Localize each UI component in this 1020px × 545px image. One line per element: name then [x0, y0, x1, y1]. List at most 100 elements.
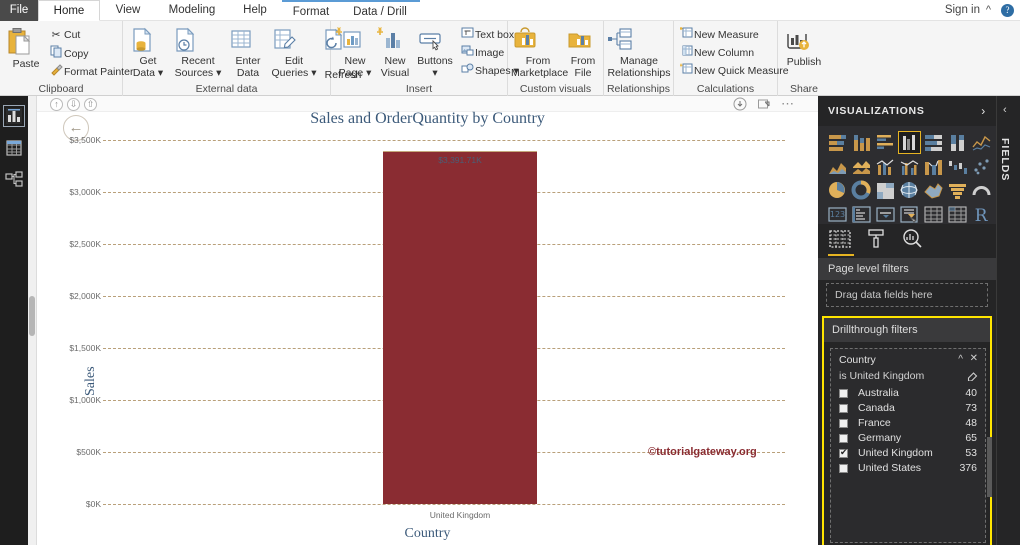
help-icon[interactable]: ?: [1001, 4, 1014, 17]
chevron-left-icon[interactable]: ‹: [1003, 104, 1007, 116]
new-visual-button[interactable]: New Visual: [376, 26, 414, 79]
eraser-icon[interactable]: [967, 370, 978, 384]
table-icon[interactable]: [923, 204, 944, 225]
filter-list-item[interactable]: France 48: [831, 416, 985, 431]
funnel-icon[interactable]: [947, 180, 968, 201]
gauge-icon[interactable]: [971, 180, 992, 201]
new-page-button[interactable]: New Page ▾: [336, 26, 374, 79]
sidebar-item-report-view[interactable]: [3, 105, 25, 127]
slicer-icon[interactable]: [899, 204, 920, 225]
report-page[interactable]: ↑ ⇩ ⇧ ⋯ ← Sales and OrderQuantity by Cou…: [37, 96, 818, 545]
filter-list-item[interactable]: Australia 40: [831, 386, 985, 401]
filter-checkbox[interactable]: [839, 404, 848, 413]
tab-home[interactable]: Home: [38, 0, 100, 21]
filter-checkbox[interactable]: [839, 419, 848, 428]
r-script-visual-icon[interactable]: R: [971, 204, 992, 226]
filter-checkbox[interactable]: [839, 434, 848, 443]
drill-through-icon[interactable]: [733, 97, 747, 111]
stacked-bar-chart-icon[interactable]: [827, 132, 848, 153]
edit-queries-button[interactable]: Edit Queries ▾: [270, 26, 318, 79]
fields-tab-icon: [828, 230, 852, 254]
donut-chart-icon[interactable]: [851, 180, 872, 201]
matrix-icon[interactable]: [947, 204, 968, 225]
new-quick-measure-button[interactable]: New Quick Measure: [678, 62, 789, 80]
manage-relationships-icon: [606, 26, 672, 54]
scrollbar-thumb[interactable]: [29, 296, 35, 336]
map-icon[interactable]: [899, 180, 920, 201]
filled-map-icon[interactable]: [923, 180, 944, 201]
recent-sources-button[interactable]: Recent Sources ▾: [171, 26, 225, 79]
filter-list-item[interactable]: Canada 73: [831, 401, 985, 416]
tab-view[interactable]: View: [100, 0, 156, 21]
focus-mode-icon[interactable]: [757, 97, 771, 111]
line-chart-icon[interactable]: [971, 132, 992, 153]
filter-checkbox[interactable]: [839, 464, 848, 473]
stacked-area-chart-icon[interactable]: [851, 156, 872, 177]
tab-help[interactable]: Help: [228, 0, 282, 21]
multi-row-card-icon[interactable]: [851, 204, 872, 225]
get-data-button[interactable]: Get Data ▾: [128, 26, 168, 79]
more-options-icon[interactable]: ⋯: [781, 97, 795, 111]
line-clustered-column-chart-icon[interactable]: [899, 156, 920, 177]
stacked-column-chart-icon[interactable]: [851, 132, 872, 153]
buttons-label-1: Buttons: [417, 55, 453, 67]
pie-chart-icon[interactable]: [827, 180, 848, 201]
drillthrough-filter-card[interactable]: Country ^ ✕ is United Kingdom Australia …: [830, 348, 992, 543]
format-painter-button[interactable]: Format Painter: [48, 63, 133, 81]
filter-list-item[interactable]: United States 376: [831, 461, 985, 476]
close-icon[interactable]: ✕: [970, 353, 978, 364]
filter-list-item[interactable]: Germany 65: [831, 431, 985, 446]
100-stacked-column-chart-icon[interactable]: [947, 132, 968, 153]
enter-data-button[interactable]: Enter Data: [227, 26, 269, 79]
tab-modeling[interactable]: Modeling: [156, 0, 228, 21]
from-marketplace-button[interactable]: From Marketplace: [511, 26, 568, 79]
filter-list-item[interactable]: United Kingdom 53: [831, 446, 985, 461]
chevron-up-icon[interactable]: ^: [981, 3, 996, 18]
from-file-button[interactable]: From File: [566, 26, 600, 79]
new-column-button[interactable]: New Column: [678, 44, 754, 62]
ribbon-chart-icon[interactable]: [923, 156, 944, 177]
treemap-icon[interactable]: [875, 180, 896, 201]
paste-button[interactable]: Paste: [4, 27, 48, 71]
tab-fields[interactable]: [828, 228, 854, 256]
tab-format[interactable]: Format: [282, 0, 340, 21]
card-icon[interactable]: 123: [827, 204, 848, 225]
scatter-chart-icon[interactable]: [971, 156, 992, 177]
clustered-bar-chart-icon[interactable]: [875, 132, 896, 153]
sidebar-item-model-view[interactable]: [4, 170, 24, 190]
page-level-filters-dropzone[interactable]: Drag data fields here: [826, 283, 988, 307]
tab-file[interactable]: File: [0, 0, 38, 21]
filter-checkbox[interactable]: [839, 447, 848, 458]
line-stacked-column-chart-icon[interactable]: [875, 156, 896, 177]
drillthrough-filters-title: Drillthrough filters: [824, 318, 990, 342]
bar-united-kingdom[interactable]: [383, 151, 537, 504]
publish-button[interactable]: Publish: [782, 26, 826, 69]
100-stacked-bar-chart-icon[interactable]: [923, 132, 944, 153]
clustered-column-chart-icon[interactable]: [898, 131, 921, 154]
filter-checkbox[interactable]: [839, 389, 848, 398]
page-level-filters-title: Page level filters: [818, 258, 996, 280]
fields-pane-collapsed[interactable]: ‹ FIELDS: [996, 96, 1020, 545]
tab-data-drill[interactable]: Data / Drill: [340, 0, 420, 21]
cut-button[interactable]: ✂ Cut: [48, 27, 81, 43]
visualizations-pane: VISUALIZATIONS › 123 R Page level filter…: [818, 96, 996, 545]
tab-format[interactable]: [864, 228, 890, 252]
waterfall-chart-icon[interactable]: [947, 156, 968, 177]
bar-chart-visual[interactable]: ↑ ⇩ ⇧ ⋯ ← Sales and OrderQuantity by Cou…: [37, 96, 818, 545]
filter-pane-scrollbar[interactable]: [987, 437, 992, 497]
kpi-icon[interactable]: [875, 204, 896, 225]
copy-button[interactable]: Copy: [48, 45, 89, 63]
chevron-up-icon[interactable]: ^: [958, 354, 963, 365]
format-paint-roller-icon: [864, 229, 888, 254]
chevron-right-icon[interactable]: ›: [981, 96, 986, 126]
text-box-button[interactable]: Text box: [459, 26, 514, 44]
tab-analytics[interactable]: [900, 228, 926, 252]
sidebar-item-data-view[interactable]: [4, 138, 24, 158]
canvas-vertical-scrollbar[interactable]: [28, 96, 37, 545]
area-chart-icon[interactable]: [827, 156, 848, 177]
manage-relationships-button[interactable]: Manage Relationships: [606, 26, 672, 79]
buttons-button[interactable]: Buttons ▾: [416, 26, 454, 79]
new-measure-button[interactable]: New Measure: [678, 26, 759, 44]
image-button[interactable]: Image: [459, 44, 504, 62]
sign-in-link[interactable]: Sign in: [945, 0, 980, 21]
